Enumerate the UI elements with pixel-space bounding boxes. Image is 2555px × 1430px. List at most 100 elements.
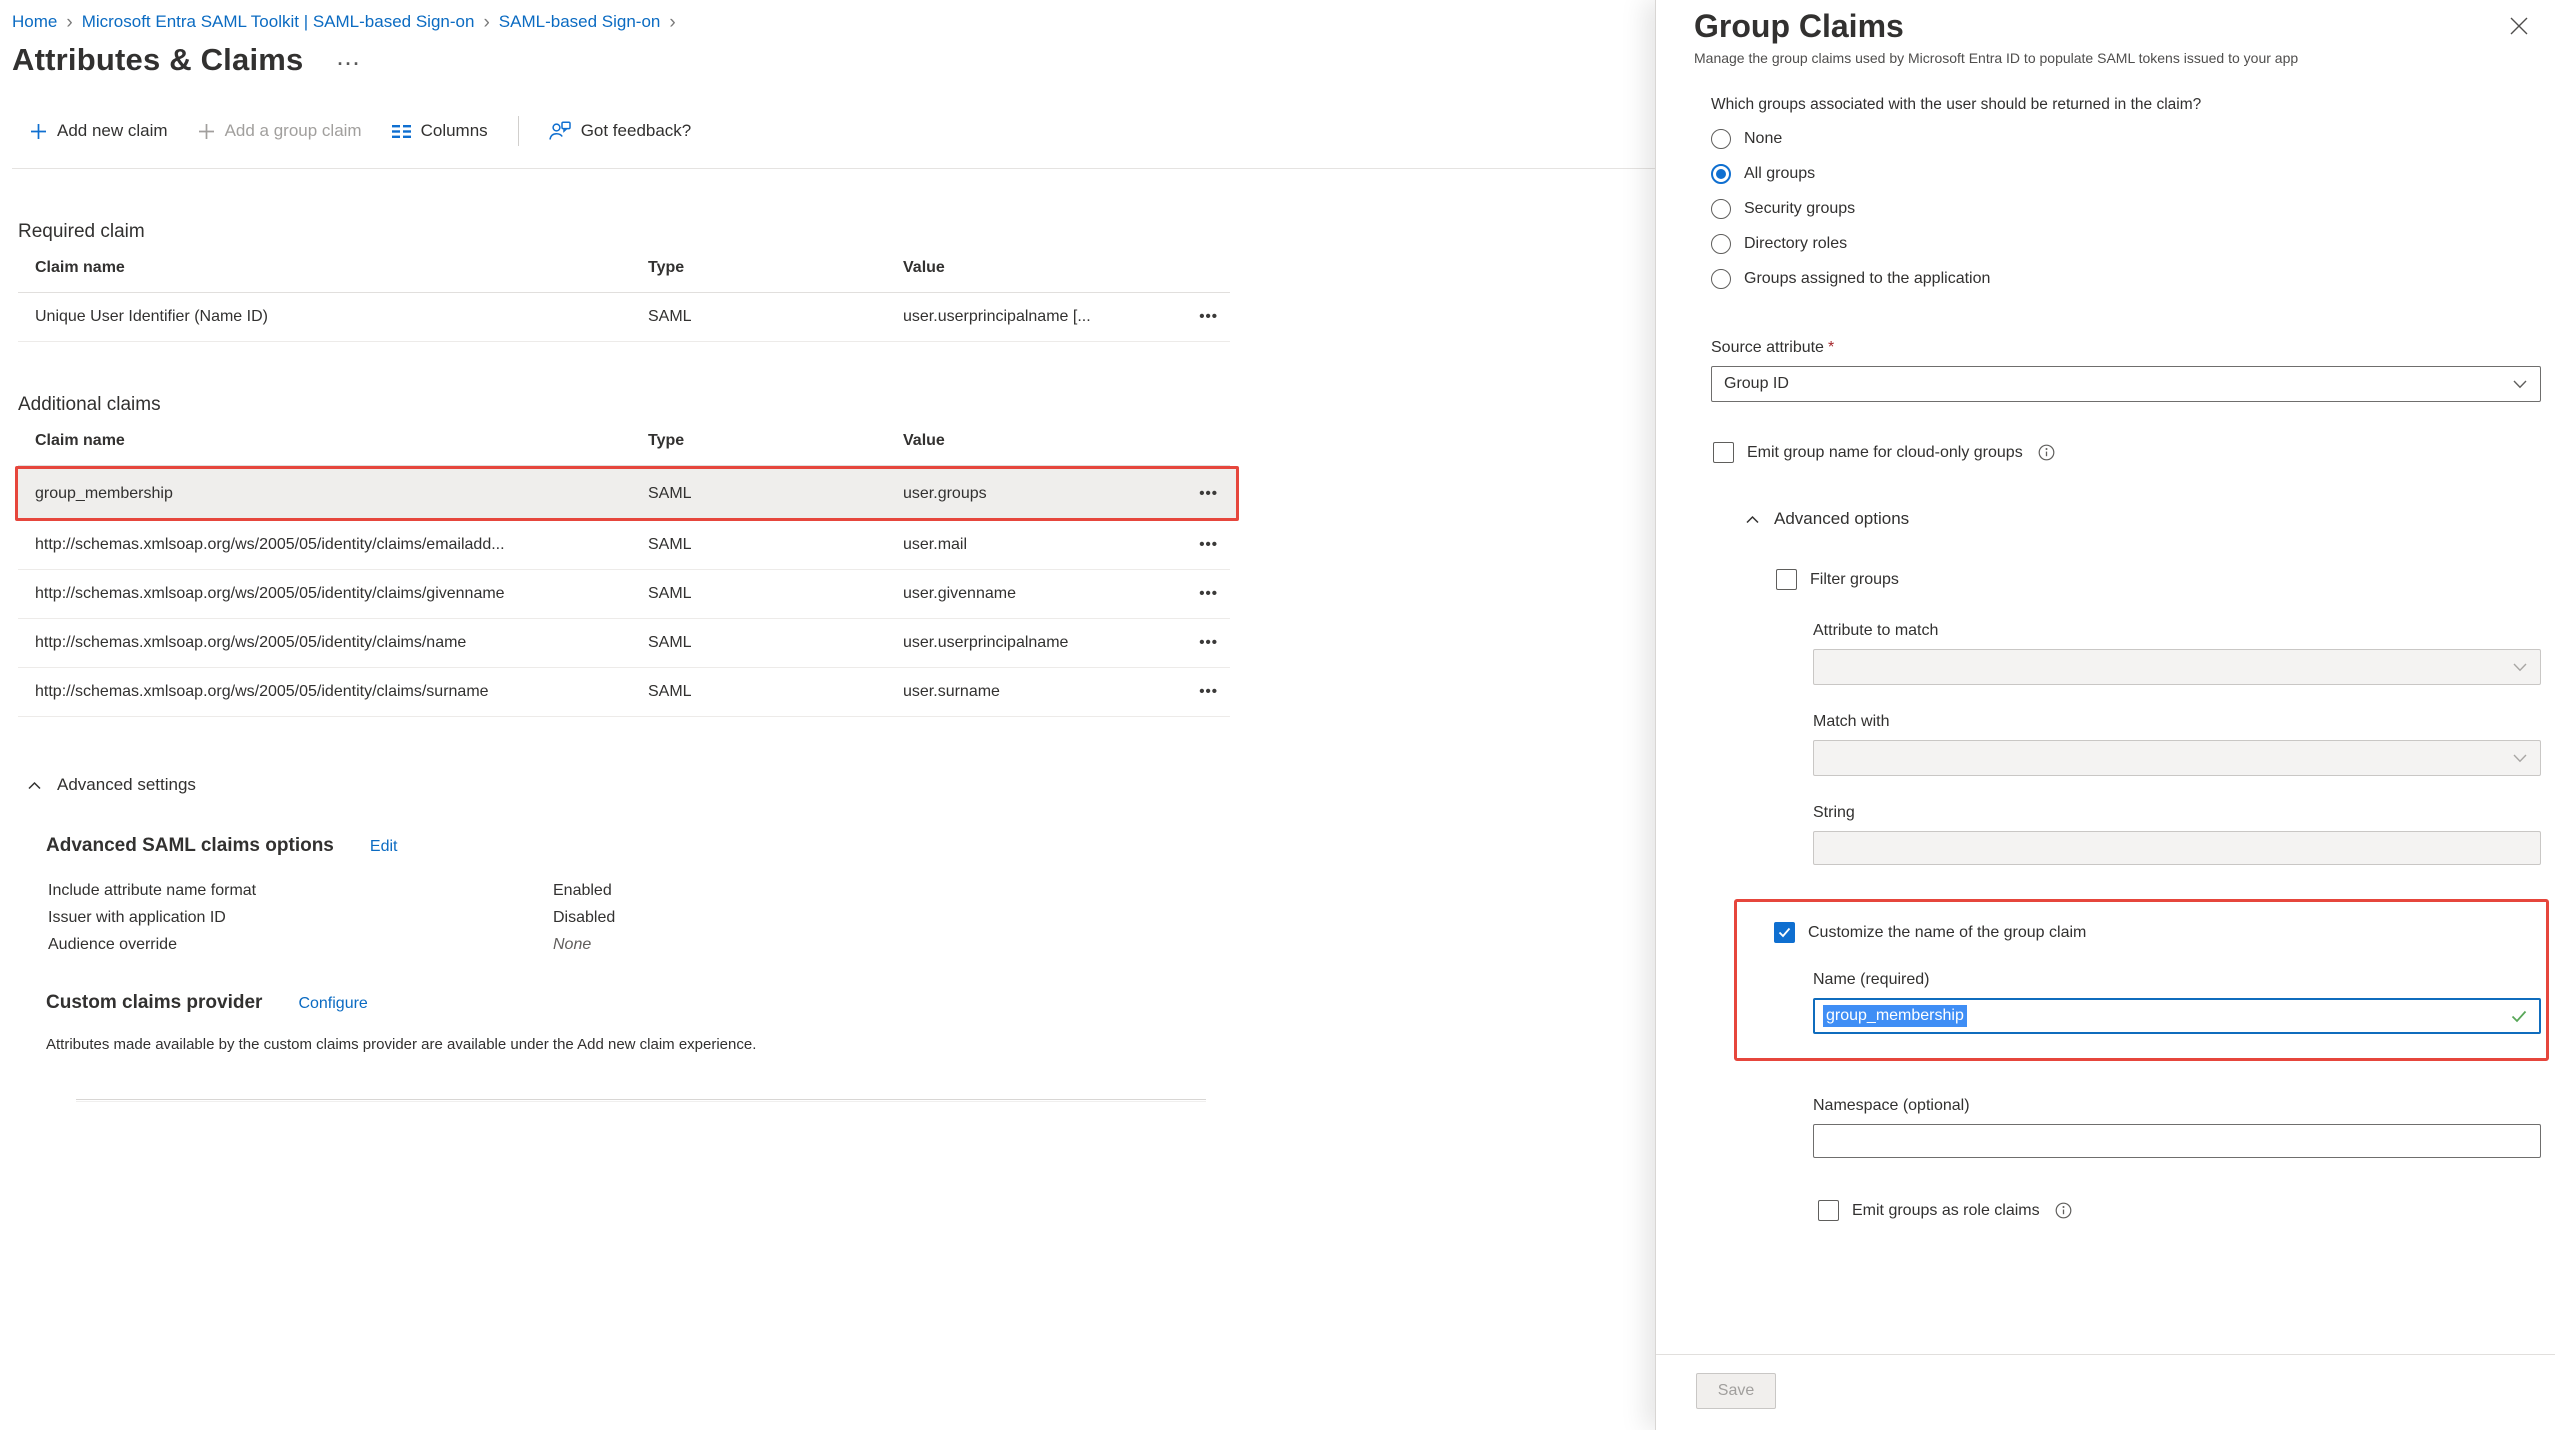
table-row-name[interactable]: http://schemas.xmlsoap.org/ws/2005/05/id…: [18, 619, 1230, 668]
radio-option-all-groups[interactable]: All groups: [1711, 164, 2540, 184]
col-value: Value: [903, 259, 1168, 277]
panel-header: Group Claims Manage the group claims use…: [1656, 0, 2555, 66]
radio-icon: [1711, 129, 1731, 149]
feedback-icon: [549, 121, 571, 141]
radio-label: Groups assigned to the application: [1744, 270, 1990, 288]
namespace-label: Namespace (optional): [1813, 1097, 2540, 1115]
radio-label: All groups: [1744, 165, 1815, 183]
columns-button[interactable]: Columns: [392, 121, 488, 141]
advanced-options-toggle[interactable]: Advanced options: [1746, 509, 2540, 529]
claim-value-cell: user.surname: [903, 683, 1168, 701]
attribute-to-match-dropdown[interactable]: [1813, 649, 2541, 685]
toolbar-divider: [518, 116, 519, 146]
emit-cloud-only-checkbox[interactable]: Emit group name for cloud-only groups: [1713, 442, 2540, 463]
close-icon[interactable]: [2509, 16, 2531, 38]
col-type: Type: [648, 432, 903, 450]
required-claim-row[interactable]: Unique User Identifier (Name ID) SAML us…: [18, 293, 1230, 342]
required-claim-heading: Required claim: [18, 221, 1655, 243]
radio-option-directory-roles[interactable]: Directory roles: [1711, 234, 2540, 254]
radio-option-groups-assigned[interactable]: Groups assigned to the application: [1711, 269, 2540, 289]
checkbox-label: Filter groups: [1810, 571, 1899, 589]
table-row-surname[interactable]: http://schemas.xmlsoap.org/ws/2005/05/id…: [18, 668, 1230, 717]
info-icon[interactable]: [2038, 444, 2055, 461]
toolbar: Add new claim Add a group claim Columns: [30, 108, 1655, 154]
kv-label: Include attribute name format: [48, 877, 553, 904]
customize-annotation-box: Customize the name of the group claim Na…: [1734, 899, 2549, 1061]
claim-name-cell: http://schemas.xmlsoap.org/ws/2005/05/id…: [18, 536, 648, 554]
required-asterisk: *: [1828, 339, 1834, 356]
checkbox-label: Customize the name of the group claim: [1808, 924, 2086, 942]
table-row-givenname[interactable]: http://schemas.xmlsoap.org/ws/2005/05/id…: [18, 570, 1230, 619]
col-type: Type: [648, 259, 903, 277]
col-claim-name: Claim name: [18, 259, 648, 277]
add-new-claim-label: Add new claim: [57, 121, 168, 141]
panel-footer: Save: [1656, 1354, 2555, 1430]
row-more-menu[interactable]: •••: [1199, 308, 1218, 325]
claim-type-cell: SAML: [648, 485, 903, 503]
row-more-menu[interactable]: •••: [1199, 683, 1218, 700]
table-row-emailaddress[interactable]: http://schemas.xmlsoap.org/ws/2005/05/id…: [18, 521, 1230, 570]
page-title: Attributes & Claims: [12, 42, 303, 78]
radio-option-security-groups[interactable]: Security groups: [1711, 199, 2540, 219]
claim-value-cell: user.userprincipalname: [903, 634, 1168, 652]
add-new-claim-button[interactable]: Add new claim: [30, 121, 168, 141]
got-feedback-button[interactable]: Got feedback?: [549, 121, 692, 141]
breadcrumb-home-link[interactable]: Home: [12, 12, 57, 32]
section-divider: [76, 1099, 1206, 1102]
radio-label: Directory roles: [1744, 235, 1847, 253]
string-label: String: [1813, 804, 2540, 822]
breadcrumb: Home › Microsoft Entra SAML Toolkit | SA…: [12, 12, 1655, 32]
row-more-menu[interactable]: •••: [1199, 536, 1218, 553]
panel-subtitle: Manage the group claims used by Microsof…: [1694, 50, 2533, 66]
row-more-menu[interactable]: •••: [1199, 585, 1218, 602]
saml-options-list: Include attribute name format Enabled Is…: [48, 877, 1655, 958]
saml-options-heading: Advanced SAML claims options: [46, 835, 334, 857]
source-attribute-dropdown[interactable]: Group ID: [1711, 366, 2541, 402]
breadcrumb-chevron-icon: ›: [65, 13, 73, 32]
advanced-settings-toggle[interactable]: Advanced settings: [28, 775, 1655, 795]
radio-icon: [1711, 199, 1731, 219]
panel-title: Group Claims: [1694, 8, 2533, 45]
kv-value: None: [553, 931, 591, 958]
title-more-menu[interactable]: ···: [337, 46, 361, 75]
customize-name-checkbox[interactable]: Customize the name of the group claim: [1774, 922, 2546, 943]
emit-role-claims-checkbox[interactable]: Emit groups as role claims: [1818, 1200, 2540, 1221]
save-button[interactable]: Save: [1696, 1373, 1776, 1409]
string-input[interactable]: [1813, 831, 2541, 865]
kv-row: Audience override None: [48, 931, 1655, 958]
additional-claims-table: Claim name Type Value group_membership S…: [18, 416, 1230, 717]
row-more-menu[interactable]: •••: [1199, 485, 1218, 502]
row-more-menu[interactable]: •••: [1199, 634, 1218, 651]
claim-type-cell: SAML: [648, 634, 903, 652]
claim-name-cell: http://schemas.xmlsoap.org/ws/2005/05/id…: [18, 585, 648, 603]
namespace-input[interactable]: [1813, 1124, 2541, 1158]
source-attribute-value: Group ID: [1724, 375, 1789, 393]
group-claim-name-input[interactable]: group_membership: [1813, 998, 2541, 1034]
breadcrumb-app-link[interactable]: Microsoft Entra SAML Toolkit | SAML-base…: [82, 12, 475, 32]
additional-claims-heading: Additional claims: [18, 394, 1655, 416]
chevron-up-icon: [1746, 515, 1759, 524]
checkbox-label: Emit groups as role claims: [1852, 1202, 2040, 1220]
match-with-dropdown[interactable]: [1813, 740, 2541, 776]
breadcrumb-chevron-icon: ›: [668, 13, 676, 32]
edit-link[interactable]: Edit: [370, 838, 398, 856]
claim-value-cell: user.userprincipalname [...: [903, 308, 1168, 326]
radio-option-none[interactable]: None: [1711, 129, 2540, 149]
groups-question-label: Which groups associated with the user sh…: [1711, 96, 2540, 114]
filter-groups-checkbox[interactable]: Filter groups: [1776, 569, 2540, 590]
table-row-group-membership[interactable]: group_membership SAML user.groups •••: [18, 469, 1236, 518]
col-claim-name: Claim name: [18, 432, 648, 450]
got-feedback-label: Got feedback?: [581, 121, 692, 141]
configure-link[interactable]: Configure: [298, 995, 367, 1013]
radio-icon: [1711, 269, 1731, 289]
toolbar-rule: [12, 168, 1655, 169]
advanced-options-label: Advanced options: [1774, 509, 1909, 529]
source-attribute-label: Source attribute*: [1711, 339, 2540, 357]
required-claim-table: Claim name Type Value Unique User Identi…: [18, 243, 1230, 342]
breadcrumb-signon-link[interactable]: SAML-based Sign-on: [499, 12, 661, 32]
claim-name-cell: http://schemas.xmlsoap.org/ws/2005/05/id…: [18, 683, 648, 701]
columns-label: Columns: [421, 121, 488, 141]
chevron-down-icon: [2513, 754, 2527, 763]
info-icon[interactable]: [2055, 1202, 2072, 1219]
add-group-claim-button[interactable]: Add a group claim: [198, 121, 362, 141]
